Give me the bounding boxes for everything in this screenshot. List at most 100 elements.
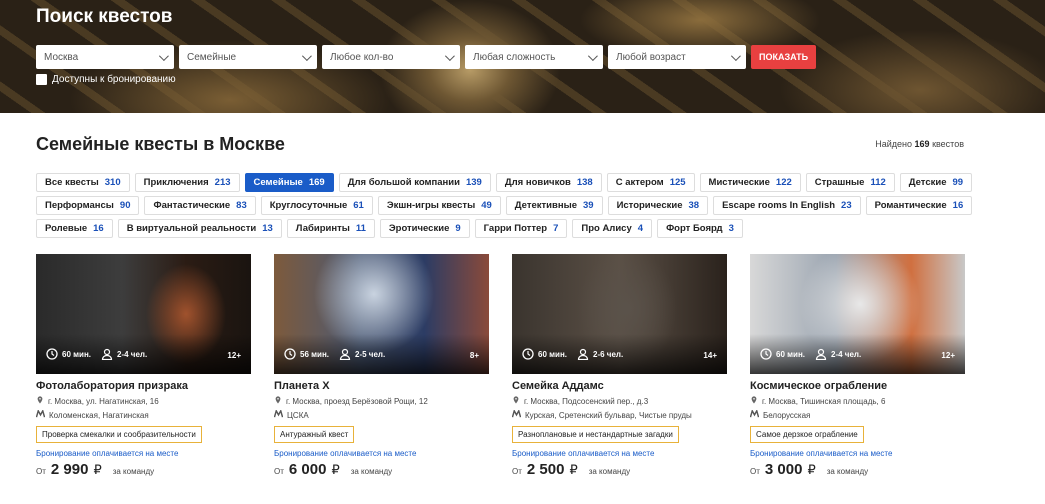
- tag-filter[interactable]: Для большой компании 139: [338, 173, 491, 192]
- price-from: От: [36, 467, 46, 476]
- players: 2-4 чел.: [101, 348, 148, 361]
- tag-filter[interactable]: Страшные 112: [805, 173, 895, 192]
- tag-filter[interactable]: Все квесты 310: [36, 173, 130, 192]
- age-select-value: Любой возраст: [616, 51, 686, 63]
- players-value: 2-4 чел.: [117, 349, 148, 359]
- quest-title[interactable]: Фотолаборатория призрака: [36, 380, 251, 392]
- tag-filter[interactable]: Семейные 169: [244, 173, 334, 192]
- duration: 60 мин.: [46, 348, 91, 360]
- quest-meta: 60 мин. 2-4 чел.: [760, 348, 861, 361]
- metro-icon: [273, 408, 284, 420]
- tag-filter[interactable]: Детские 99: [899, 173, 973, 192]
- results-prefix: Найдено: [875, 139, 912, 149]
- players-select[interactable]: Любое кол-во: [322, 45, 460, 69]
- quest-photo[interactable]: 60 мин. 2-4 чел. 12+: [36, 254, 251, 374]
- address-text: г. Москва, ул. Нагатинская, 16: [48, 396, 159, 406]
- players: 2-4 чел.: [815, 348, 861, 361]
- tag-filter[interactable]: Ролевые 16: [36, 219, 113, 238]
- tag-count: 61: [353, 200, 364, 211]
- duration: 56 мин.: [284, 348, 329, 360]
- clock-icon: [46, 348, 58, 360]
- difficulty-select[interactable]: Любая сложность: [465, 45, 603, 69]
- tag-label: Круглосуточные: [269, 200, 348, 211]
- pin-icon: [750, 396, 758, 406]
- players: 2-6 чел.: [577, 348, 623, 361]
- price-per: за команду: [588, 467, 631, 476]
- tag-filter[interactable]: Лабиринты 11: [286, 219, 375, 238]
- tag-label: Экшн-игры квесты: [386, 200, 476, 211]
- currency-symbol: ₽: [331, 462, 340, 477]
- city-select[interactable]: Москва: [36, 45, 174, 69]
- tag-filter[interactable]: Круглосуточные 61: [260, 196, 373, 215]
- booking-note[interactable]: Бронирование оплачивается на месте: [274, 449, 489, 458]
- tag-count: 13: [262, 223, 273, 234]
- price-amount: 2 500: [526, 461, 565, 478]
- tag-count: 90: [119, 200, 131, 211]
- quest-photo[interactable]: 56 мин. 2-5 чел. 8+: [274, 254, 489, 374]
- quest-card[interactable]: 60 мин. 2-4 чел. 12+ Фотолаборатория призра…: [35, 254, 251, 478]
- tag-count: 213: [214, 177, 231, 188]
- price-per: за команду: [826, 467, 869, 476]
- clock-icon: [760, 348, 772, 360]
- tag-filter[interactable]: В виртуальной реальности 13: [117, 219, 282, 238]
- booking-note[interactable]: Бронирование оплачивается на месте: [36, 449, 251, 458]
- quest-title[interactable]: Космическое ограбление: [750, 380, 965, 392]
- tag-filter[interactable]: Форт Боярд 3: [657, 219, 743, 238]
- quest-photo[interactable]: 60 мин. 2-4 чел. 12+: [750, 254, 965, 374]
- tag-filter[interactable]: Escape rooms In English 23: [713, 196, 861, 215]
- age-badge: 12+: [227, 351, 241, 360]
- quest-address: г. Москва, ул. Нагатинская, 16: [36, 396, 251, 406]
- quest-title[interactable]: Планета Х: [274, 380, 489, 392]
- tag-filter[interactable]: Мистические 122: [699, 173, 801, 192]
- tag-filter[interactable]: Для новичков 138: [495, 173, 602, 192]
- metro-icon: [511, 408, 522, 420]
- age-select[interactable]: Любой возраст: [608, 45, 746, 69]
- tag-count: 99: [952, 177, 964, 188]
- tag-label: Мистические: [708, 177, 770, 188]
- clock-icon: [522, 348, 534, 360]
- address-text: г. Москва, Тишинская площадь, 6: [762, 396, 886, 406]
- tag-filter[interactable]: Фантастические 83: [144, 196, 256, 215]
- tag-filter[interactable]: Детективные 39: [505, 196, 603, 215]
- tag-filter[interactable]: Романтические 16: [865, 196, 973, 215]
- feature-badge: Антуражный квест: [274, 426, 355, 443]
- show-button[interactable]: ПОКАЗАТЬ: [751, 45, 817, 69]
- difficulty-select-value: Любая сложность: [473, 51, 556, 63]
- tag-filter[interactable]: Приключения 213: [134, 173, 240, 192]
- chevron-down-icon: [587, 50, 598, 61]
- metro-text: ЦСКА: [287, 410, 309, 420]
- tag-filter[interactable]: Эротические 9: [379, 219, 470, 238]
- tag-filter[interactable]: С актером 125: [606, 173, 695, 192]
- quest-card[interactable]: 60 мин. 2-4 чел. 12+ Космическое ограбление…: [749, 254, 965, 478]
- tag-filter[interactable]: Экшн-игры квесты 49: [377, 196, 501, 215]
- user-icon: [815, 348, 827, 361]
- city-select-value: Москва: [44, 51, 79, 63]
- category-select[interactable]: Семейные: [179, 45, 317, 69]
- currency-symbol: ₽: [807, 462, 816, 477]
- availability-checkbox[interactable]: [36, 74, 47, 85]
- quest-photo[interactable]: 60 мин. 2-6 чел. 14+: [512, 254, 727, 374]
- booking-note[interactable]: Бронирование оплачивается на месте: [750, 449, 965, 458]
- availability-filter[interactable]: Доступны к бронированию: [36, 74, 176, 85]
- duration-value: 60 мин.: [776, 349, 806, 359]
- tag-label: Эротические: [388, 223, 450, 234]
- price-from: От: [274, 467, 284, 476]
- booking-note[interactable]: Бронирование оплачивается на месте: [512, 449, 727, 458]
- tag-label: Страшные: [814, 177, 865, 188]
- tag-filter[interactable]: Про Алису 4: [572, 219, 653, 238]
- tag-label: Гарри Поттер: [483, 223, 548, 234]
- clock-icon: [284, 348, 296, 360]
- tag-count: 122: [775, 177, 792, 188]
- tag-filter[interactable]: Гарри Поттер 7: [474, 219, 568, 238]
- quest-card[interactable]: 60 мин. 2-6 чел. 14+ Семейка Аддамс г. Москв…: [511, 254, 727, 478]
- tag-filter[interactable]: Исторические 38: [607, 196, 709, 215]
- tag-label: Все квесты: [45, 177, 99, 188]
- pin-icon: [512, 396, 520, 406]
- tag-filter[interactable]: Перформансы 90: [36, 196, 140, 215]
- quest-title[interactable]: Семейка Аддамс: [512, 380, 727, 392]
- user-icon: [101, 348, 113, 361]
- duration: 60 мин.: [522, 348, 567, 360]
- quest-card[interactable]: 56 мин. 2-5 чел. 8+ Планета Х г. Москва, про…: [273, 254, 489, 478]
- tag-count: 11: [355, 223, 366, 234]
- quest-metro: ЦСКА: [273, 408, 489, 420]
